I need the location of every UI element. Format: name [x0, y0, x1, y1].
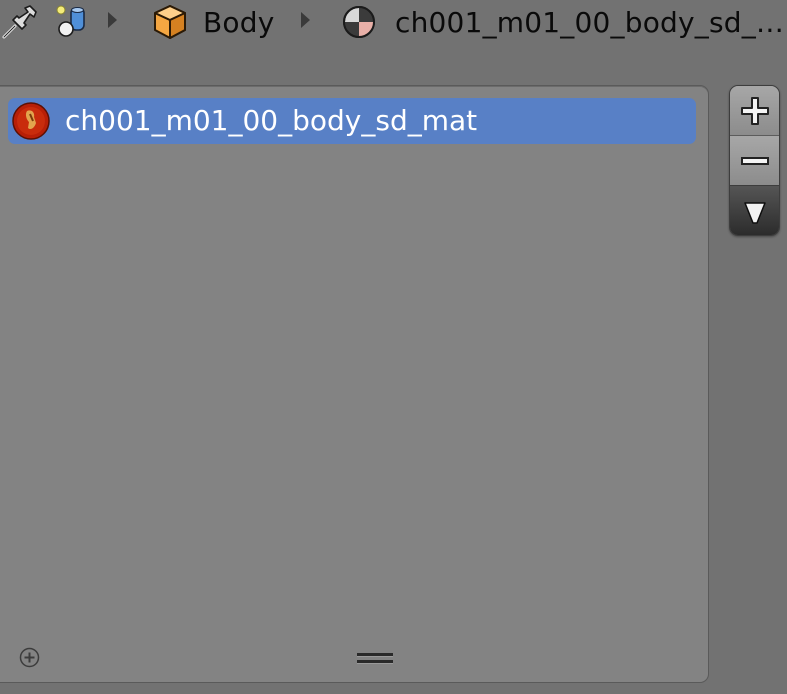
material-preview-icon — [11, 101, 51, 141]
slot-button-column — [729, 85, 780, 236]
material-name: ch001_m01_00_body_sd_… — [395, 5, 785, 39]
chevron-right-icon — [301, 12, 310, 28]
breadcrumb: Body ch001_m01_00_body_sd_… — [0, 0, 787, 46]
material-slot-list[interactable] — [0, 85, 709, 683]
object-cube-icon[interactable] — [151, 0, 191, 44]
material-sphere-icon[interactable] — [341, 0, 379, 44]
object-name: Body — [203, 5, 275, 39]
resize-grip-icon[interactable] — [357, 653, 393, 665]
pin-icon[interactable] — [0, 0, 40, 44]
plus-icon — [740, 96, 769, 125]
add-slot-button[interactable] — [730, 86, 779, 136]
breadcrumb-material[interactable]: ch001_m01_00_body_sd_… — [395, 0, 784, 44]
list-item[interactable]: ch001_m01_00_body_sd_mat — [8, 98, 696, 144]
chevron-right-icon — [108, 12, 117, 28]
slot-specials-menu-button[interactable] — [730, 186, 779, 235]
remove-slot-button[interactable] — [730, 136, 779, 186]
add-circle-icon[interactable] — [19, 647, 40, 668]
minus-icon — [740, 156, 769, 165]
scene-objects-icon[interactable] — [52, 0, 92, 44]
dropdown-triangle-icon — [743, 201, 766, 224]
material-properties-panel: Body ch001_m01_00_body_sd_… ch001_m01_00… — [0, 0, 787, 694]
list-item-label: ch001_m01_00_body_sd_mat — [65, 104, 478, 137]
breadcrumb-object[interactable]: Body — [203, 0, 274, 44]
